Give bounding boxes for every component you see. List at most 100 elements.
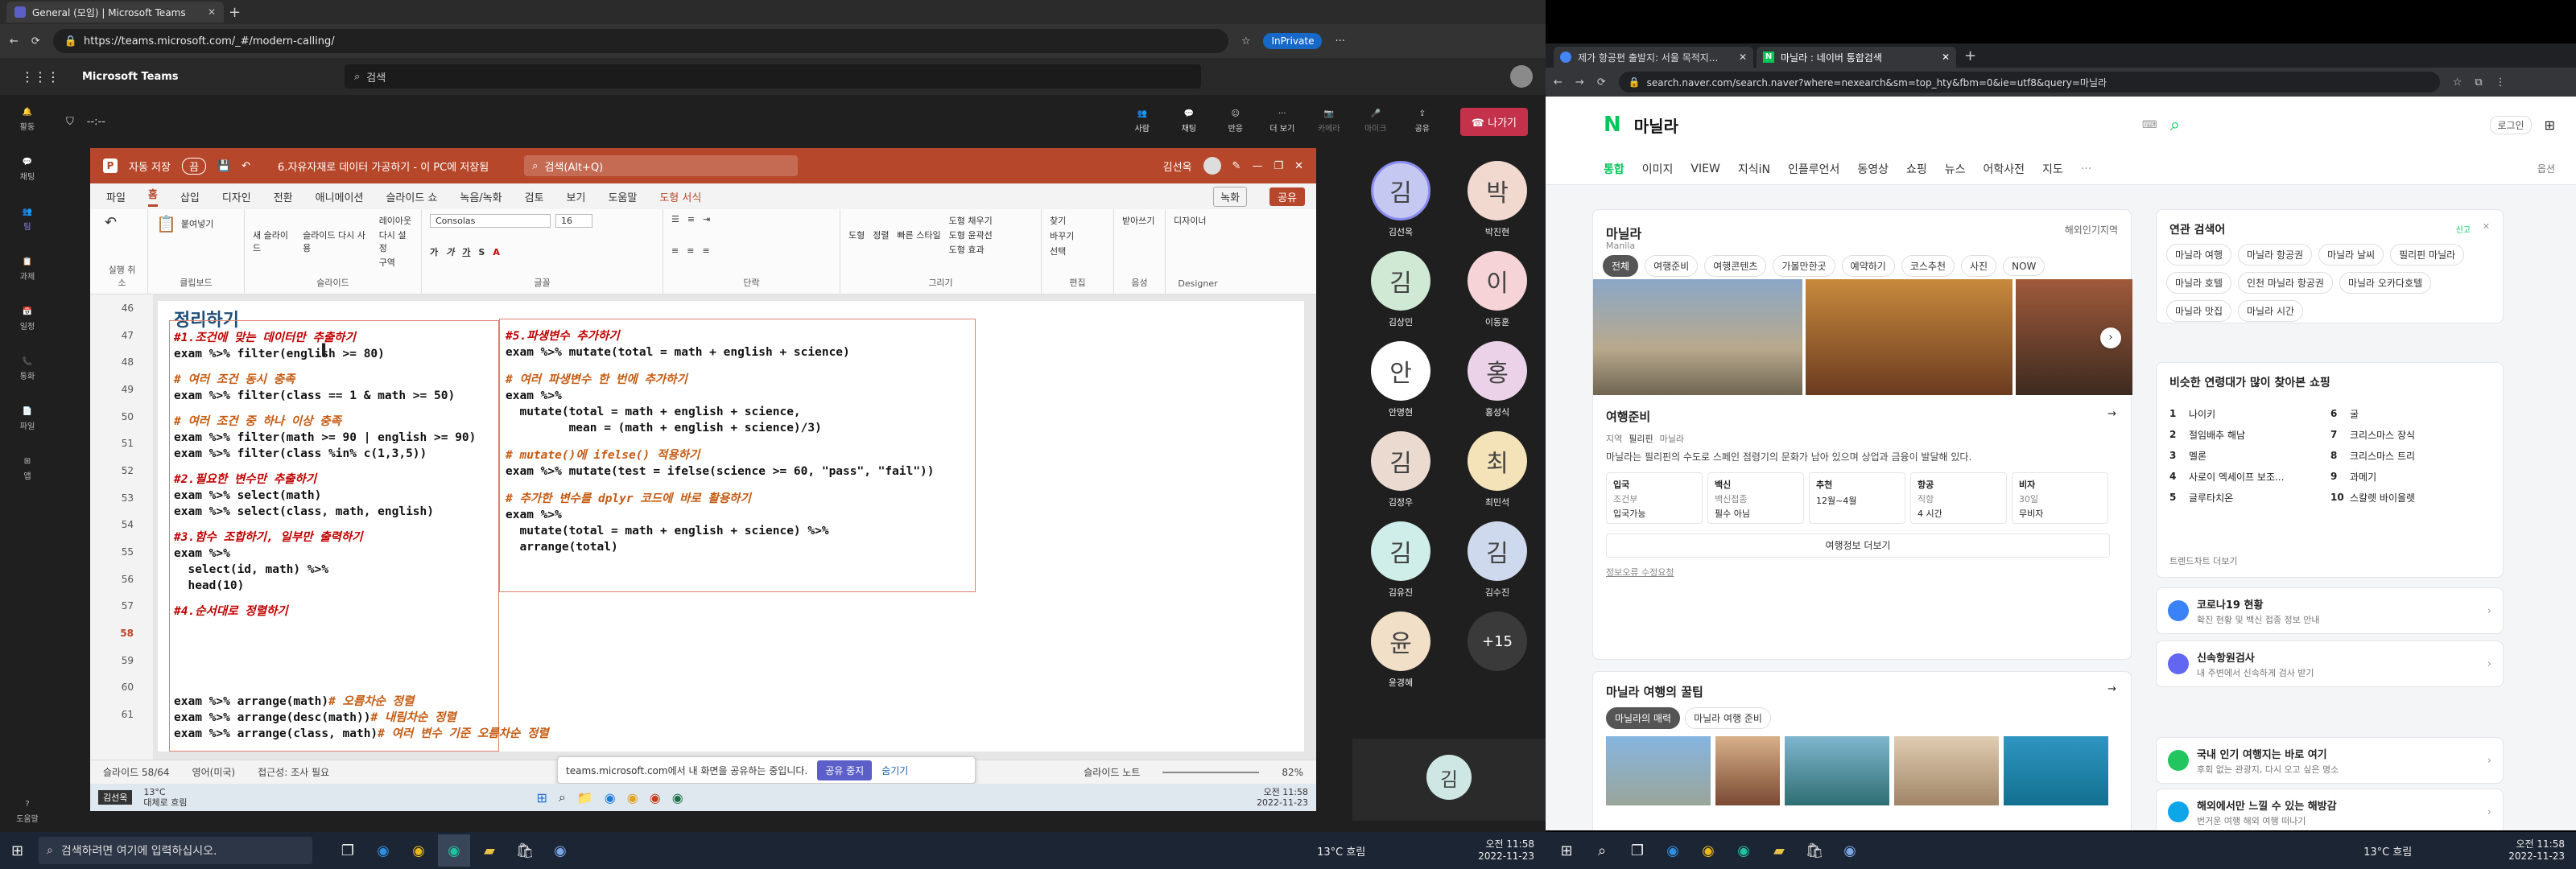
login-button[interactable]: 로그인 <box>2490 115 2532 134</box>
place-subtab[interactable]: 코스추천 <box>1901 255 1955 277</box>
app-icon[interactable]: ◉ <box>544 834 576 867</box>
stop-sharing-button[interactable]: 공유 중지 <box>817 760 873 780</box>
slide-thumbnail[interactable]: 50 <box>90 403 153 430</box>
layout-button[interactable]: 레이아웃 <box>379 214 413 227</box>
close-icon[interactable]: ✕ <box>1942 51 1950 63</box>
slide-thumbnail[interactable]: 47 <box>90 322 153 349</box>
forward-icon[interactable]: → <box>1575 76 1584 89</box>
shopping-rank-item[interactable]: 10 스칼렛 바이올렛 <box>2330 487 2491 508</box>
edge-active-icon[interactable]: ◉ <box>1728 834 1760 867</box>
carousel-next-icon[interactable]: › <box>2100 327 2121 348</box>
keyboard-icon[interactable]: ⌨ <box>2142 119 2157 131</box>
travel-info-box[interactable]: 추천 12월~4월 <box>1809 472 1905 524</box>
slide-thumbnail[interactable]: 52 <box>90 457 153 484</box>
more-button[interactable]: ··· 더 보기 <box>1259 109 1306 134</box>
align-right-icon[interactable]: ≡ <box>702 245 709 256</box>
slide-thumbnail[interactable]: 46 <box>90 294 153 322</box>
naver-logo-icon[interactable]: N <box>1604 113 1621 137</box>
church-photo[interactable] <box>1593 279 1803 395</box>
related-keyword[interactable]: 필리핀 마닐라 <box>2390 244 2465 266</box>
arrange-button[interactable]: 정렬 <box>873 229 889 241</box>
place-subtab[interactable]: 사진 <box>1961 255 1997 277</box>
extensions-icon[interactable]: ⧉ <box>2475 76 2482 89</box>
chrome-icon[interactable]: ◉ <box>402 834 435 867</box>
participant-tile[interactable]: 김 김수진 <box>1455 521 1539 599</box>
font-size-select[interactable]: 16 <box>555 214 592 228</box>
menu-review[interactable]: 검토 <box>525 189 544 204</box>
close-icon[interactable]: ✕ <box>2483 221 2490 232</box>
indent-icon[interactable]: ⇥ <box>703 214 710 224</box>
search-options-button[interactable]: 옵션 <box>2537 162 2555 175</box>
tip-photo[interactable] <box>1894 736 1999 805</box>
slide-thumbnail[interactable]: 51 <box>90 430 153 457</box>
chevron-right-icon[interactable]: → <box>2107 408 2116 420</box>
windows-start-icon[interactable]: ⊞ <box>11 842 23 859</box>
align-left-icon[interactable]: ≡ <box>671 245 679 256</box>
slide-thumbnail[interactable]: 60 <box>90 674 153 702</box>
tips-chip-charm[interactable]: 마닐라의 매력 <box>1606 707 1681 729</box>
participant-tile[interactable]: 김 김상민 <box>1359 251 1443 328</box>
close-icon[interactable]: ✕ <box>1294 160 1303 172</box>
rail-calendar[interactable]: 📅 일정 <box>0 294 55 344</box>
report-link[interactable]: 신고 <box>2456 223 2471 235</box>
slide-thumbnail[interactable]: 48 <box>90 348 153 376</box>
paste-button[interactable]: 붙여넣기 <box>181 217 213 230</box>
menu-file[interactable]: 파일 <box>106 189 126 204</box>
rail-apps[interactable]: ⊞ 앱 <box>0 444 55 494</box>
taskbar-search-input[interactable]: ⌕ 검색하려면 여기에 입력하십시오. <box>39 837 312 864</box>
tip-photo[interactable] <box>2004 736 2108 805</box>
shopping-rank-item[interactable]: 8 크리스마스 트리 <box>2330 445 2491 466</box>
back-icon[interactable]: ← <box>10 35 19 47</box>
weather-status[interactable]: 13°C 흐림 <box>2363 843 2412 859</box>
overseas-popular-link[interactable]: 해외인기지역 <box>2065 223 2118 237</box>
menu-shape-format[interactable]: 도형 서식 <box>659 189 701 204</box>
italic-icon[interactable]: 가 <box>446 245 454 258</box>
store-icon[interactable]: 🛍 <box>509 834 541 867</box>
find-button[interactable]: 찾기 <box>1050 214 1105 227</box>
rail-calls[interactable]: 📞 통화 <box>0 344 55 394</box>
section-button[interactable]: 구역 <box>379 256 413 269</box>
back-icon[interactable]: ← <box>1554 76 1563 89</box>
clock-date[interactable]: 2022-11-23 <box>1478 850 1534 863</box>
people-button[interactable]: 👥 사람 <box>1119 109 1166 134</box>
shopping-rank-item[interactable]: 4 사로이 엑세이프 보조... <box>2169 466 2330 487</box>
chat-button[interactable]: 💬 채팅 <box>1166 109 1212 134</box>
edge-tab-teams[interactable]: General (모임) | Microsoft Teams ✕ <box>6 2 224 23</box>
camera-button[interactable]: 📷 카메라 <box>1306 109 1352 134</box>
store-icon[interactable]: 🛍 <box>1798 834 1831 867</box>
bullets-icon[interactable]: ☰ <box>671 214 679 224</box>
ppt-share-button[interactable]: 공유 <box>1269 187 1305 206</box>
chrome-url-field[interactable]: 🔒 search.naver.com/search.naver?where=ne… <box>1618 72 2440 93</box>
rail-chat[interactable]: 💬 채팅 <box>0 145 55 195</box>
close-icon[interactable]: ✕ <box>1739 51 1747 63</box>
menu-slideshow[interactable]: 녹음/녹화 <box>460 189 502 204</box>
search-icon[interactable]: ⌕ <box>1586 834 1618 867</box>
restore-icon[interactable]: ❐ <box>1274 160 1283 172</box>
strike-icon[interactable]: S <box>478 247 485 257</box>
tips-chip-prep[interactable]: 마닐라 여행 준비 <box>1685 707 1771 729</box>
shape-fill-button[interactable]: 도형 채우기 <box>949 214 993 227</box>
place-subtab[interactable]: 예약하기 <box>1841 255 1895 277</box>
slide-thumbnail[interactable]: 61 <box>90 701 153 728</box>
naver-tab-kin[interactable]: 지식iN <box>1738 161 1770 177</box>
refresh-icon[interactable]: ⟳ <box>31 35 40 47</box>
record-button[interactable]: 녹화 <box>1213 186 1248 207</box>
shopping-rank-item[interactable]: 5 글루타치온 <box>2169 487 2330 508</box>
shopping-rank-item[interactable]: 7 크리스마스 장식 <box>2330 424 2491 445</box>
rail-assignments[interactable]: 📋 과제 <box>0 245 55 294</box>
slide-canvas[interactable]: 정리하기 #1.조건에 맞는 데이터만 추출하기 exam %>% filter(… <box>158 301 1304 752</box>
menu-icon[interactable]: ··· <box>1335 35 1344 47</box>
participant-tile[interactable]: 박 박진현 <box>1455 161 1539 238</box>
teams-search-input[interactable]: ⌕ 검색 <box>345 64 1201 89</box>
place-subtab[interactable]: 가볼만한곳 <box>1773 255 1835 277</box>
related-keyword[interactable]: 마닐라 호텔 <box>2166 272 2232 294</box>
shopping-rank-item[interactable]: 9 과메기 <box>2330 466 2491 487</box>
search-icon[interactable]: ⌕ <box>2170 115 2180 135</box>
slide-thumbnail[interactable]: 53 <box>90 484 153 512</box>
service-link-card[interactable]: 신속항원검사 내 주변에서 신속하게 검사 받기 › <box>2156 640 2504 687</box>
participant-tile[interactable]: 이 이동훈 <box>1455 251 1539 328</box>
tip-photo[interactable] <box>1785 736 1889 805</box>
menu-view[interactable]: 보기 <box>567 189 586 204</box>
share-button[interactable]: ⇪ 공유 <box>1399 109 1446 134</box>
shape-effects-button[interactable]: 도형 효과 <box>949 243 993 256</box>
